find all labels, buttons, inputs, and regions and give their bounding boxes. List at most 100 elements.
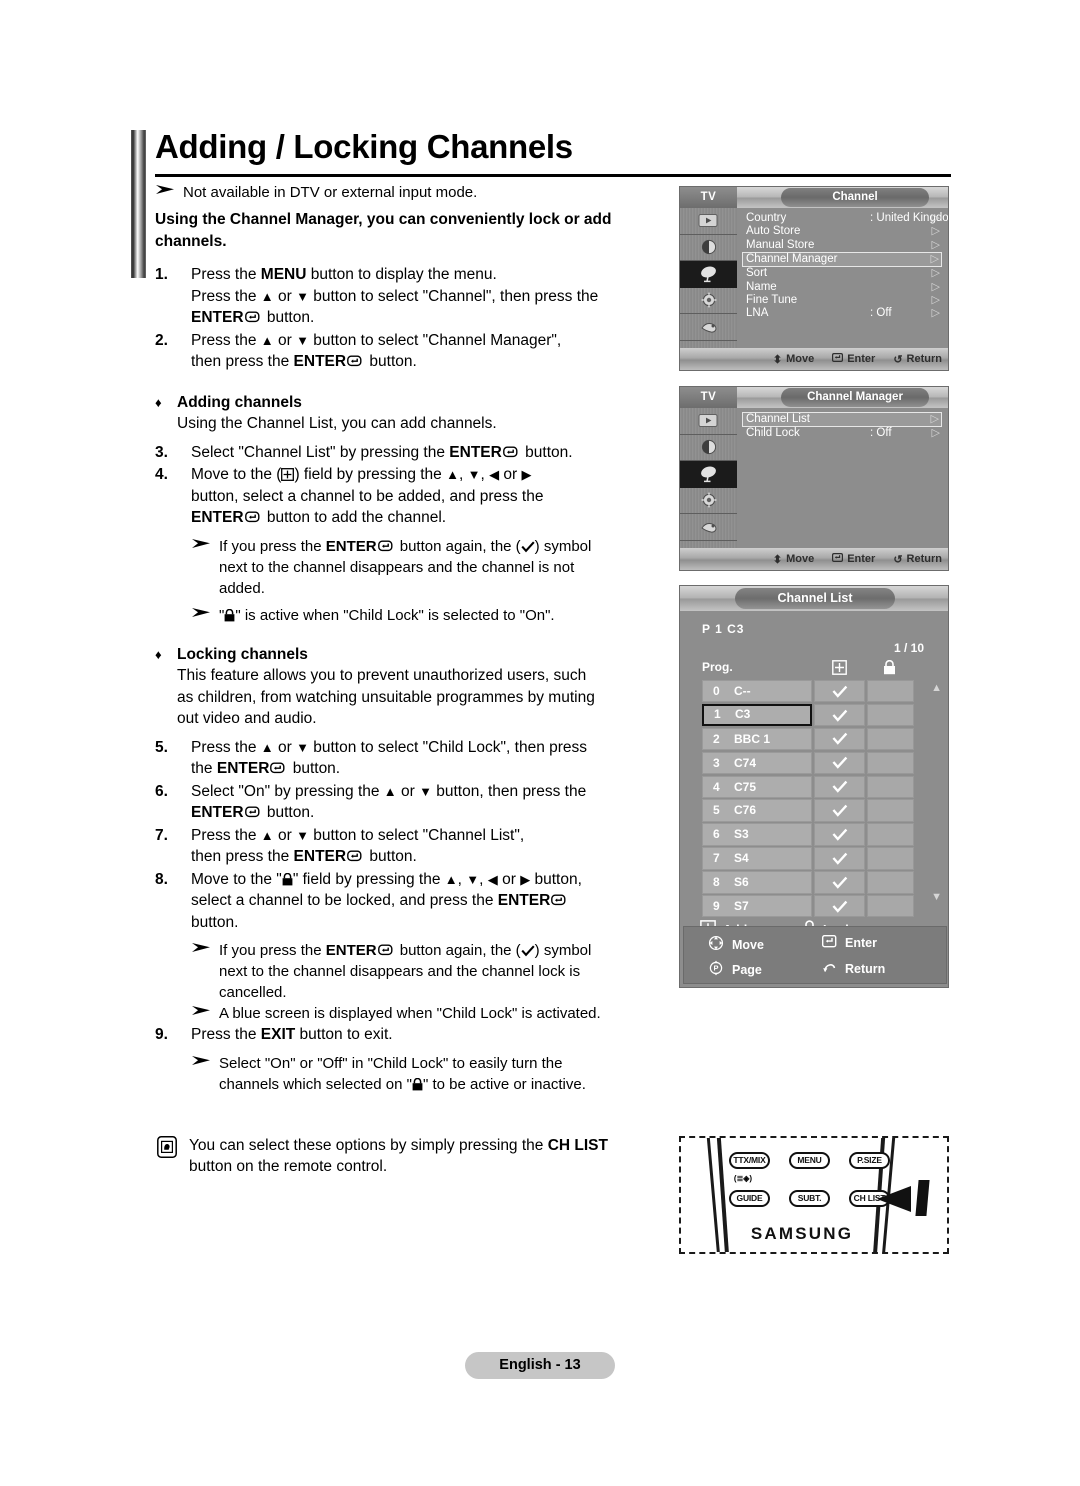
channel-name-cell[interactable]: 2 BBC 1 [702, 727, 812, 751]
channel-lock-cell[interactable] [867, 847, 914, 870]
channel-lock-cell[interactable] [867, 823, 914, 846]
channel-name-cell[interactable]: 0 C-- [702, 680, 812, 703]
channel-lock-cell[interactable] [867, 727, 914, 751]
sidebar-icon-channel[interactable] [680, 261, 737, 288]
chevron-right-icon: ▷ [931, 225, 940, 238]
tip-l2: button on the remote control. [189, 1158, 388, 1175]
remote-button-ttxmix[interactable]: TTX/MIX [729, 1152, 770, 1169]
sidebar-icon-input[interactable] [680, 208, 737, 235]
note-not-available: Not available in DTV or external input m… [155, 182, 675, 203]
remote-button-subt[interactable]: SUBT. [789, 1190, 830, 1207]
note-blue-screen: A blue screen is displayed when "Child L… [191, 1003, 675, 1024]
remote-button-guide[interactable]: GUIDE [729, 1190, 770, 1207]
osd-icon-sidebar [680, 208, 737, 367]
channel-name-cell[interactable]: 3 C74 [702, 751, 812, 775]
osd-item-country[interactable]: Country : United Kingdom ▷ [742, 212, 948, 225]
sidebar-icon-setup[interactable] [680, 288, 737, 314]
table-row[interactable]: 4 C75 [702, 775, 914, 798]
scroll-up-icon[interactable]: ▲ [931, 682, 942, 694]
tip-ch-list: You can select these options by simply p… [157, 1135, 675, 1178]
channel-add-cell[interactable] [814, 727, 865, 751]
osd-item-label: Channel List [746, 413, 810, 425]
channel-add-cell[interactable] [814, 680, 865, 703]
table-row[interactable]: 8 S6 [702, 871, 914, 894]
sidebar-icon-input-select[interactable] [680, 314, 737, 341]
osd-hint-bar: ⬍ Move Enter ↺ Return [680, 348, 948, 370]
osd-item-label: Fine Tune [746, 293, 798, 306]
hint-move-label: Move [732, 937, 764, 952]
sidebar-icon-channel[interactable] [680, 461, 737, 488]
note-on-off: Select "On" or "Off" in "Child Lock" to … [191, 1053, 675, 1095]
channel-name-cell[interactable]: 8 S6 [702, 871, 812, 894]
osd-channel-menu: TV Channel Country: United Kingdo ▷ Aut… [679, 186, 949, 371]
remote-button-menu[interactable]: MENU [789, 1152, 830, 1169]
enter-keyword: ENTER [191, 309, 244, 326]
osd-item-sort[interactable]: Sort ▷ [742, 267, 942, 280]
current-channel-indicator: P 1 C3 [702, 622, 745, 636]
osd-item-lna[interactable]: LNA : Off ▷ [742, 307, 942, 320]
sidebar-icon-input-select[interactable] [680, 514, 737, 541]
chevron-right-icon: ▷ [930, 413, 939, 425]
n4a-l2: next to the channel disappears and the c… [219, 558, 575, 576]
channel-lock-cell[interactable] [867, 775, 914, 798]
table-row[interactable]: 1 C3 [702, 703, 914, 727]
channel-lock-cell[interactable] [867, 751, 914, 775]
step-9: 9. Press the EXIT button to exit. [155, 1024, 675, 1046]
lock-icon [412, 1076, 423, 1090]
channel-lock-cell[interactable] [867, 895, 914, 918]
channel-lock-cell[interactable] [867, 703, 914, 727]
table-row[interactable]: 0 C-- [702, 680, 914, 703]
step-7-number: 7. [155, 826, 168, 844]
channel-add-cell[interactable] [814, 799, 865, 822]
sidebar-icon-setup[interactable] [680, 488, 737, 514]
channel-add-cell[interactable] [814, 895, 865, 918]
step-6: 6. Select "On" by pressing the ▲ or ▼ bu… [155, 781, 675, 824]
channel-add-cell[interactable] [814, 751, 865, 775]
osd-item-auto-store[interactable]: Auto Store ▷ [742, 225, 942, 238]
channel-lock-cell[interactable] [867, 871, 914, 894]
channel-add-cell[interactable] [814, 703, 865, 727]
table-row[interactable]: 2 BBC 1 [702, 727, 914, 751]
channel-name-cell[interactable]: 7 S4 [702, 847, 812, 870]
channel-name: C-- [734, 684, 751, 698]
osd-item-fine-tune[interactable]: Fine Tune ▷ [742, 294, 942, 307]
channel-add-cell[interactable] [814, 847, 865, 870]
channel-name-cell[interactable]: 1 C3 [702, 703, 812, 727]
scroll-down-icon[interactable]: ▼ [931, 891, 942, 903]
channel-add-cell[interactable] [814, 871, 865, 894]
osd-item-label: LNA [746, 307, 769, 320]
channel-name-cell[interactable]: 4 C75 [702, 775, 812, 798]
osd-item-channel-list[interactable]: Channel List ▷ [742, 412, 942, 427]
table-row[interactable]: 5 C76 [702, 799, 914, 822]
osd-item-child-lock[interactable]: Child Lock : Off ▷ [742, 427, 942, 440]
table-row[interactable]: 3 C74 [702, 751, 914, 775]
table-row[interactable]: 9 S7 [702, 895, 914, 918]
chevron-right-icon: ▷ [931, 280, 940, 293]
enter-keyword: ENTER [497, 892, 551, 909]
column-header-prog: Prog. [702, 660, 733, 674]
remote-button-psize[interactable]: P.SIZE [849, 1152, 890, 1169]
channel-name-cell[interactable]: 5 C76 [702, 799, 812, 822]
osd-item-manual-store[interactable]: Manual Store ▷ [742, 239, 942, 252]
osd-item-name[interactable]: Name ▷ [742, 281, 942, 294]
channel-name-cell[interactable]: 9 S7 [702, 895, 812, 918]
channel-lock-cell[interactable] [867, 799, 914, 822]
down-arrow-icon: ▼ [296, 827, 309, 843]
exit-keyword: EXIT [260, 1026, 296, 1043]
s4b: button, select a channel to be added, an… [191, 487, 544, 505]
channel-lock-cell[interactable] [867, 680, 914, 703]
table-row[interactable]: 6 S3 [702, 823, 914, 846]
n4a-post: ) symbol [534, 537, 592, 555]
sidebar-icon-picture[interactable] [680, 235, 737, 261]
s2a-mid: or [273, 331, 297, 349]
sidebar-icon-input[interactable] [680, 408, 737, 435]
up-arrow-icon: ▲ [446, 467, 459, 482]
channel-name-cell[interactable]: 6 S3 [702, 823, 812, 846]
step-6-text: Select "On" by pressing the ▲ or ▼ butto… [191, 781, 675, 824]
s7b-post: button. [365, 848, 417, 865]
osd-item-channel-manager[interactable]: Channel Manager ▷ [742, 252, 942, 268]
channel-add-cell[interactable] [814, 823, 865, 846]
channel-add-cell[interactable] [814, 775, 865, 798]
table-row[interactable]: 7 S4 [702, 847, 914, 870]
sidebar-icon-picture[interactable] [680, 435, 737, 461]
